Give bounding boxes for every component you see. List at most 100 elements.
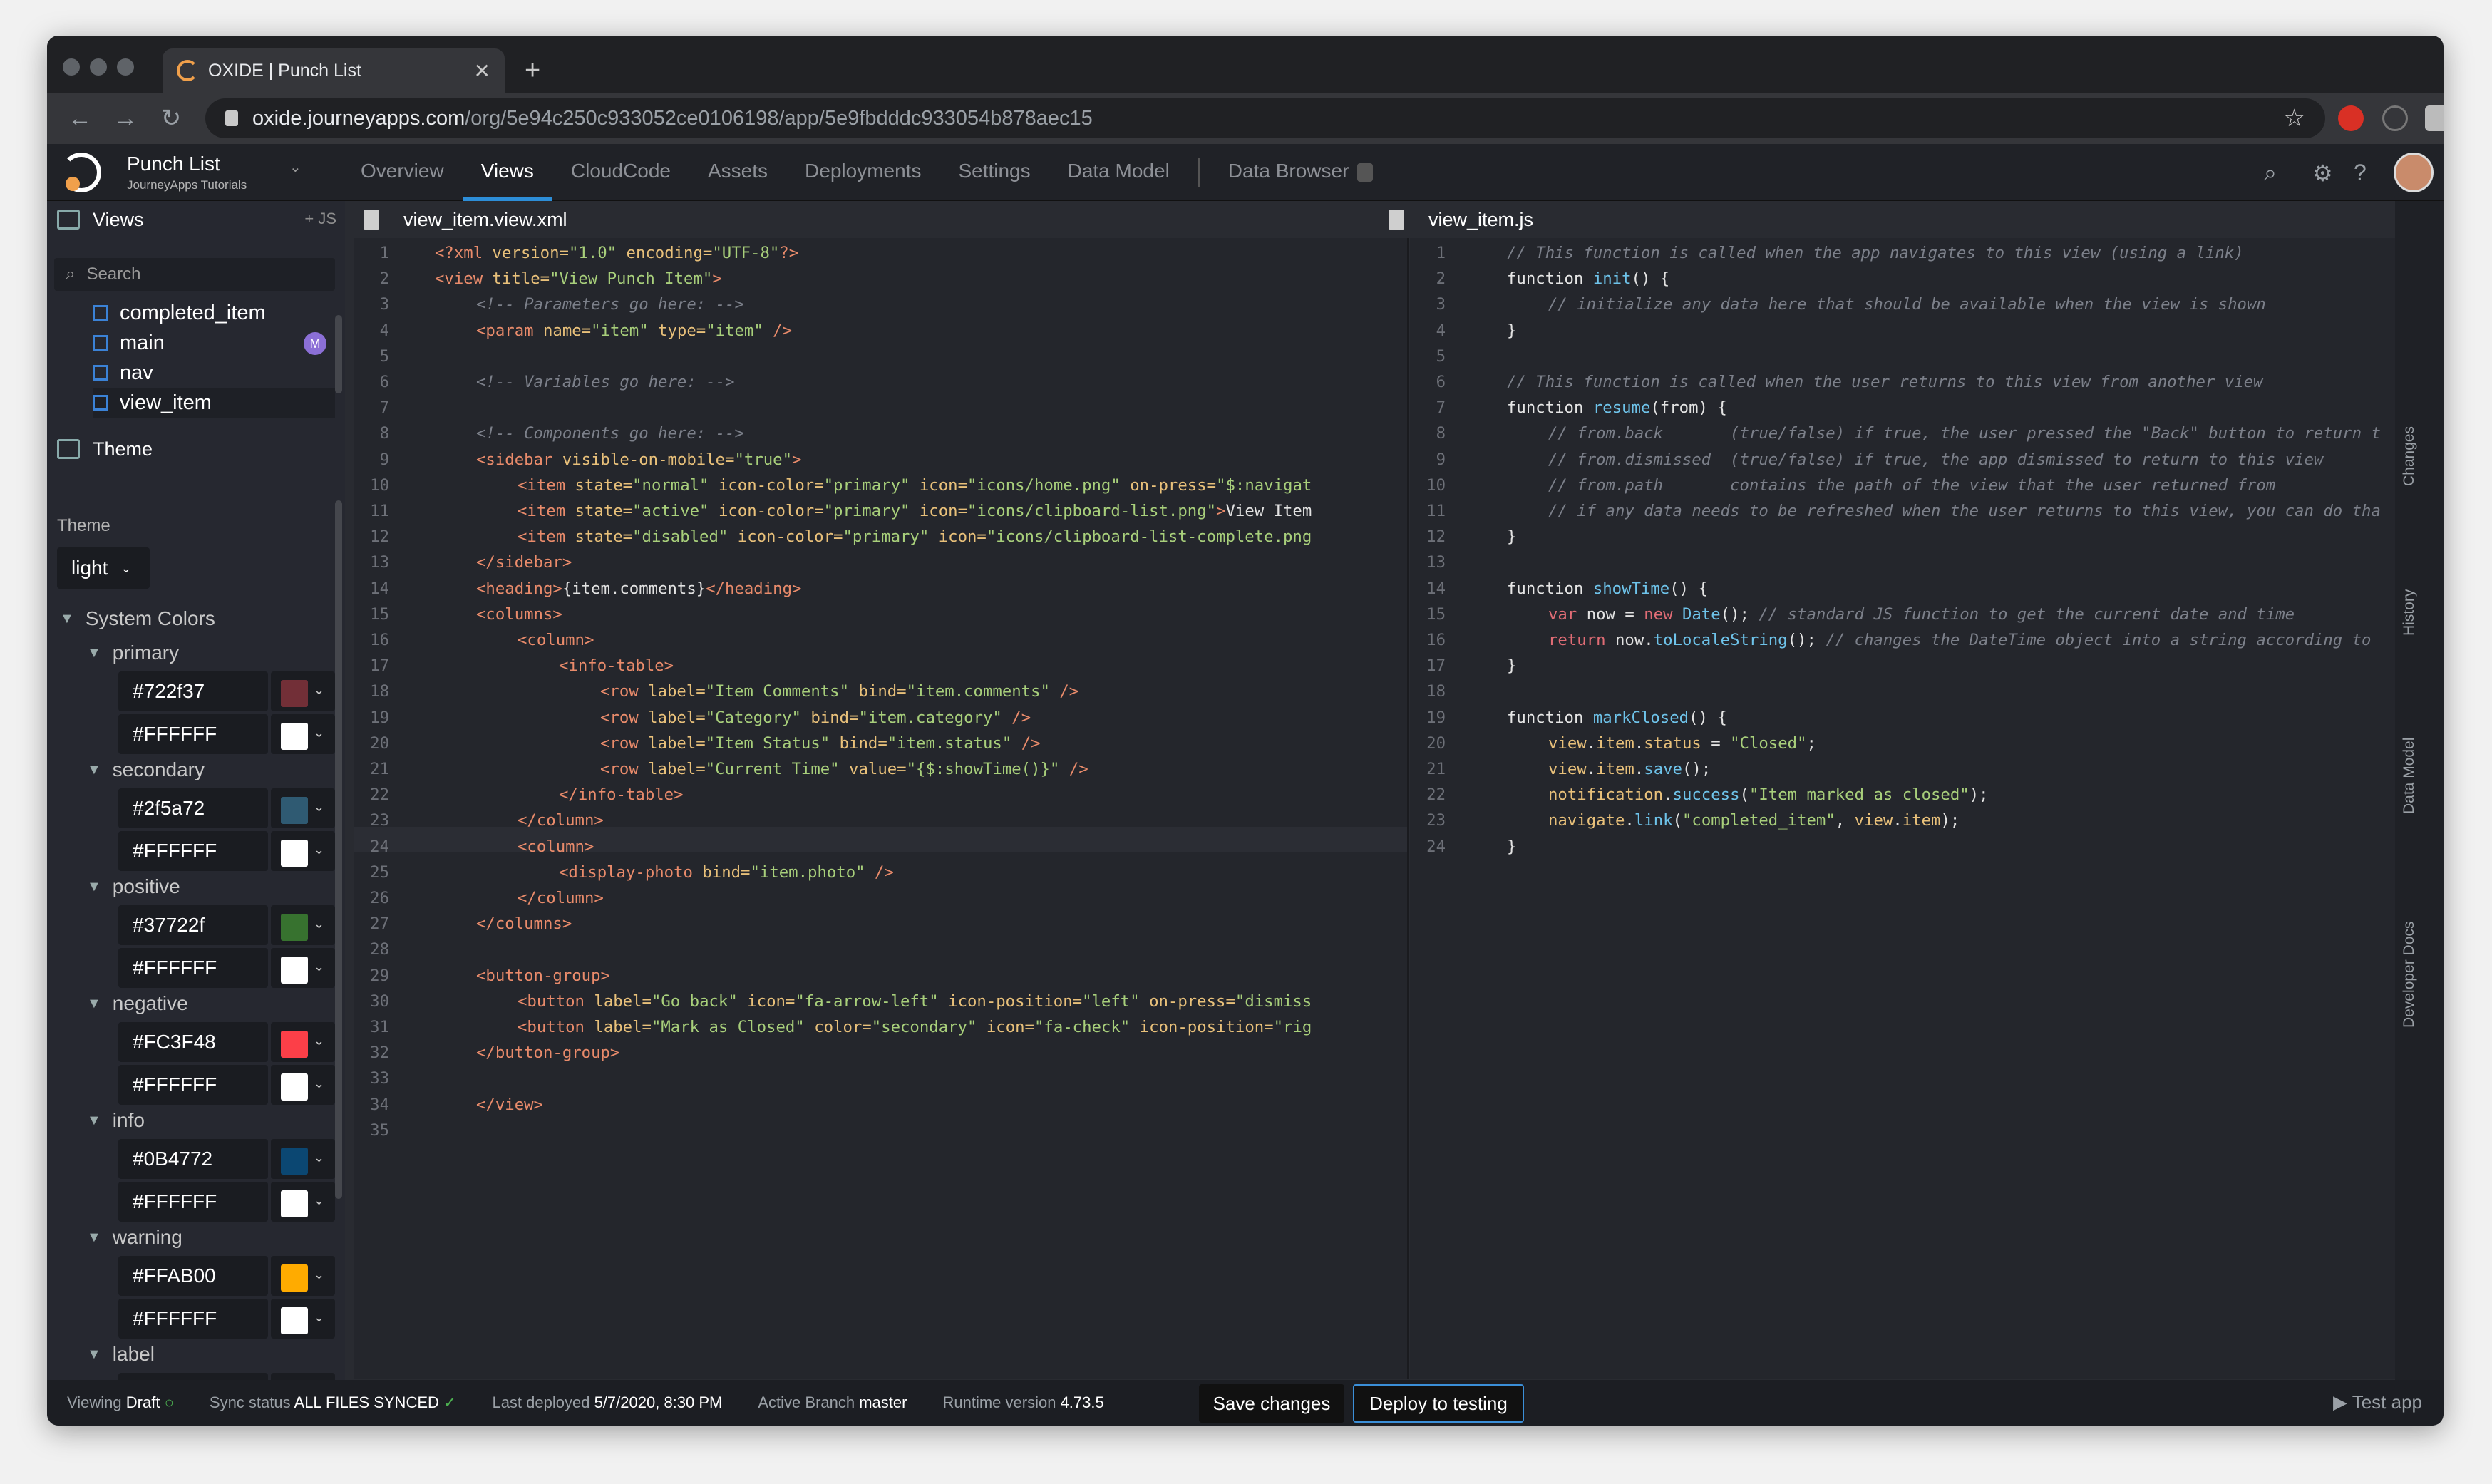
changes-tab[interactable]: Changes [2401, 426, 2418, 486]
color-group-primary[interactable]: ▼ primary [87, 641, 179, 664]
bookmark-star-icon[interactable]: ☆ [2284, 104, 2305, 133]
color-picker[interactable]: ⌄ [271, 1139, 335, 1179]
color-picker[interactable]: ⌄ [271, 1373, 335, 1380]
color-hex-input[interactable]: #424242 [118, 1373, 268, 1380]
view-item-completed-item[interactable]: completed_item [93, 298, 335, 328]
theme-select[interactable]: light ⌄ [57, 547, 150, 589]
color-hex-input[interactable]: #2f5a72 [118, 788, 268, 828]
line-number: 33 [370, 1069, 389, 1088]
color-picker[interactable]: ⌄ [271, 948, 335, 988]
color-hex-input[interactable]: #37722f [118, 905, 268, 945]
color-picker[interactable]: ⌄ [271, 831, 335, 871]
reload-icon[interactable]: ↻ [148, 104, 194, 133]
color-group-label[interactable]: ▼ label [87, 1343, 155, 1366]
active-branch: Active Branch master [758, 1393, 907, 1412]
close-tab-icon[interactable]: ✕ [474, 59, 490, 83]
code-line: // initialize any data here that should … [1548, 295, 2266, 314]
color-group-secondary[interactable]: ▼ secondary [87, 758, 205, 781]
code-line: } [1507, 656, 1517, 676]
view-item-view-item[interactable]: view_item [93, 388, 335, 418]
tab-assets[interactable]: Assets [689, 144, 786, 201]
chevron-down-icon[interactable]: ⌄ [289, 158, 302, 176]
url-field[interactable]: oxide.journeyapps.com/org/5e94c250c93305… [205, 98, 2325, 138]
search-icon[interactable]: ⌕ [2264, 160, 2277, 187]
project-switcher[interactable]: Punch List JourneyApps Tutorials [127, 153, 247, 192]
color-hex-input[interactable]: #FFFFFF [118, 1299, 268, 1339]
browser-tab[interactable]: OXIDE | Punch List ✕ [163, 48, 505, 93]
tab-cloudcode[interactable]: CloudCode [552, 144, 689, 201]
color-picker[interactable]: ⌄ [271, 1182, 335, 1222]
color-hex-input[interactable]: #0B4772 [118, 1139, 268, 1179]
tab-overview[interactable]: Overview [342, 144, 463, 201]
tab-settings[interactable]: Settings [939, 144, 1049, 201]
runtime-value: 4.73.5 [1060, 1393, 1104, 1411]
js-editor-tab[interactable]: view_item.js [1379, 201, 1533, 238]
color-hex-input[interactable]: #FFFFFF [118, 1065, 268, 1105]
color-group-negative[interactable]: ▼ negative [87, 992, 188, 1015]
developer-docs-tab[interactable]: Developer Docs [2401, 922, 2418, 1028]
color-hex-input[interactable]: #FFFFFF [118, 714, 268, 754]
system-colors-group[interactable]: ▼ System Colors [60, 607, 215, 630]
code-line: // This function is called when the app … [1507, 244, 2244, 262]
color-group-info[interactable]: ▼ info [87, 1109, 145, 1132]
view-icon [93, 305, 108, 321]
user-avatar[interactable] [2394, 153, 2434, 192]
tab-data-model[interactable]: Data Model [1049, 144, 1188, 201]
color-hex-input[interactable]: #FFFFFF [118, 831, 268, 871]
color-hex-input[interactable]: #FFAB00 [118, 1256, 268, 1296]
help-icon[interactable]: ? [2354, 160, 2367, 186]
new-tab-icon[interactable]: + [525, 56, 540, 86]
color-picker[interactable]: ⌄ [271, 1065, 335, 1105]
search-input[interactable]: ⌕ Search [54, 258, 335, 291]
tab-views[interactable]: Views [462, 144, 552, 201]
code-line: // from.back (true/false) if true, the u… [1548, 424, 2381, 443]
theme-section-header[interactable]: Theme [47, 431, 345, 468]
minimize-window-icon[interactable] [90, 58, 107, 76]
color-picker[interactable]: ⌄ [271, 1299, 335, 1339]
line-number: 13 [1426, 553, 1446, 572]
color-picker[interactable]: ⌄ [271, 1256, 335, 1296]
js-code-editor[interactable]: 1 // This function is called when the app… [1410, 238, 2395, 1379]
color-picker[interactable]: ⌄ [271, 1022, 335, 1062]
view-label: nav [120, 361, 153, 384]
history-tab[interactable]: History [2401, 589, 2418, 636]
line-number: 8 [379, 424, 389, 443]
forward-icon[interactable]: → [103, 105, 148, 133]
maximize-window-icon[interactable] [117, 58, 134, 76]
color-hex-input[interactable]: #FC3F48 [118, 1022, 268, 1062]
back-icon[interactable]: ← [57, 105, 103, 133]
tab-data-browser[interactable]: Data Browser [1210, 144, 1392, 201]
extension-icon[interactable] [2338, 105, 2364, 131]
color-hex-input[interactable]: #FFFFFF [118, 948, 268, 988]
theme-scrollbar[interactable] [335, 500, 342, 1199]
color-picker[interactable]: ⌄ [271, 788, 335, 828]
color-hex-input[interactable]: #722f37 [118, 671, 268, 711]
view-item-main[interactable]: main M [93, 328, 335, 358]
gear-icon[interactable]: ⚙ [2312, 160, 2333, 187]
add-js-button[interactable]: + JS [304, 210, 336, 228]
views-section-header[interactable]: Views + JS [47, 201, 345, 238]
xml-editor-tab[interactable]: view_item.view.xml [354, 201, 567, 238]
color-group-positive[interactable]: ▼ positive [87, 875, 180, 898]
data-model-tab[interactable]: Data Model [2401, 738, 2418, 814]
line-number: 20 [370, 733, 389, 753]
close-window-icon[interactable] [63, 58, 80, 76]
color-swatch [281, 1190, 308, 1217]
oxide-favicon-icon [177, 60, 198, 81]
color-group-warning[interactable]: ▼ warning [87, 1226, 182, 1249]
color-swatch [281, 723, 308, 750]
views-scrollbar[interactable] [335, 315, 342, 393]
line-number: 7 [1436, 398, 1446, 418]
color-picker[interactable]: ⌄ [271, 905, 335, 945]
xml-code-editor[interactable]: 1 <?xml version="1.0" encoding="UTF-8"?> 2… [354, 238, 1409, 1379]
color-picker[interactable]: ⌄ [271, 671, 335, 711]
color-picker[interactable]: ⌄ [271, 714, 335, 754]
color-hex-input[interactable]: #FFFFFF [118, 1182, 268, 1222]
deploy-to-testing-button[interactable]: Deploy to testing [1353, 1384, 1524, 1423]
tab-deployments[interactable]: Deployments [786, 144, 939, 201]
settings-extension-icon[interactable] [2425, 105, 2444, 131]
info-extension-icon[interactable] [2382, 105, 2408, 131]
save-changes-button[interactable]: Save changes [1199, 1384, 1344, 1423]
test-app-button[interactable]: ▶ Test app [2333, 1391, 2422, 1413]
view-item-nav[interactable]: nav [93, 358, 335, 388]
